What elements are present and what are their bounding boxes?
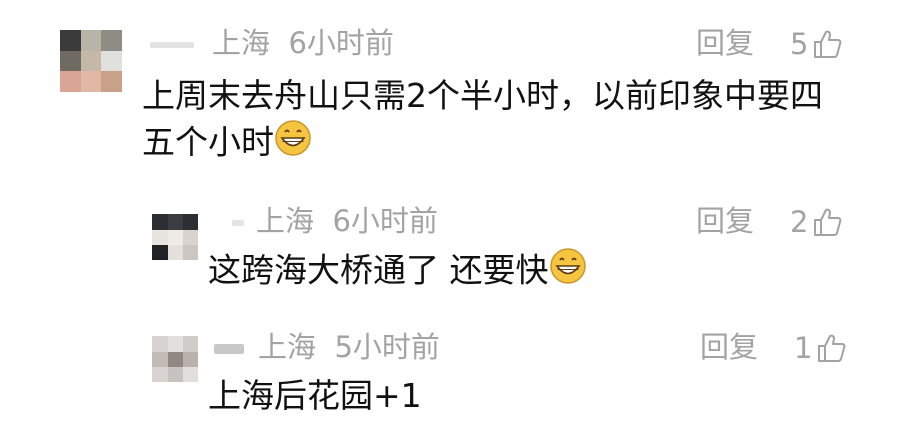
thumbs-up-icon bbox=[814, 208, 842, 236]
comment-text: 这跨海大桥通了 还要快 bbox=[208, 247, 587, 297]
thumbs-up-icon bbox=[814, 30, 842, 58]
like-button[interactable]: 2 bbox=[790, 207, 842, 237]
reply-button[interactable]: 回复 bbox=[700, 333, 758, 362]
avatar[interactable] bbox=[152, 336, 198, 382]
comment-text: 上周末去舟山只需2个半小时，以前印象中要四 五个小时 bbox=[142, 74, 823, 169]
username-redacted[interactable] bbox=[214, 344, 244, 354]
comment-text: 上海后花园+1 bbox=[208, 376, 422, 415]
like-count: 5 bbox=[790, 26, 809, 61]
username-redacted[interactable] bbox=[150, 42, 194, 48]
reply-button[interactable]: 回复 bbox=[696, 207, 754, 236]
comment-meta: 上海 6小时前 bbox=[232, 207, 438, 236]
grinning-face-icon bbox=[549, 247, 587, 297]
thumbs-up-icon bbox=[818, 334, 846, 362]
location-label: 上海 bbox=[212, 26, 271, 60]
timestamp: 6小时前 bbox=[288, 26, 394, 60]
comment-meta: 上海 5小时前 bbox=[214, 333, 440, 362]
like-count: 1 bbox=[794, 330, 813, 365]
like-count: 2 bbox=[790, 204, 809, 239]
avatar[interactable] bbox=[152, 214, 198, 260]
grinning-face-icon bbox=[274, 119, 312, 169]
like-button[interactable]: 1 bbox=[794, 333, 846, 363]
timestamp: 6小时前 bbox=[332, 204, 438, 238]
username-redacted[interactable] bbox=[232, 220, 244, 226]
comment-meta: 上海 6小时前 bbox=[150, 29, 394, 58]
reply-button[interactable]: 回复 bbox=[696, 29, 754, 58]
location-label: 上海 bbox=[258, 330, 317, 364]
like-button[interactable]: 5 bbox=[790, 29, 842, 59]
timestamp: 5小时前 bbox=[334, 330, 440, 364]
avatar[interactable] bbox=[60, 30, 122, 92]
location-label: 上海 bbox=[256, 204, 315, 238]
